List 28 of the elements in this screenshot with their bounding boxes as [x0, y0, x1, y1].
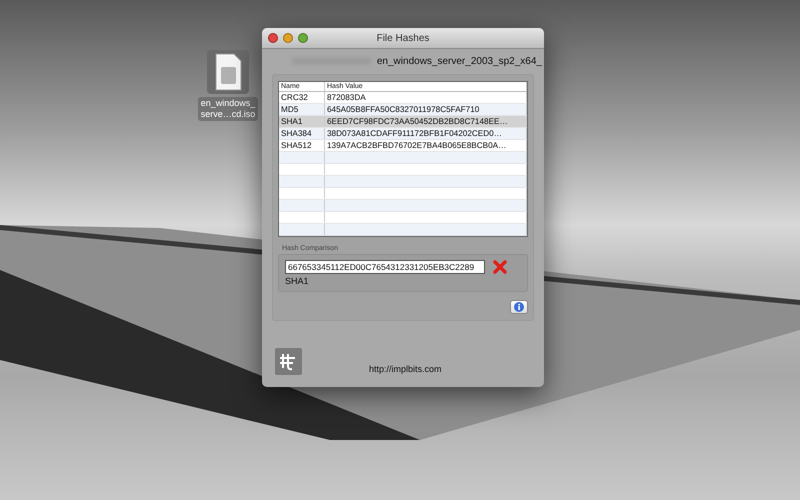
algorithm-label: SHA1 — [285, 276, 310, 286]
hash-row[interactable]: CRC32 872083DA — [279, 92, 527, 104]
minimize-icon[interactable] — [283, 33, 293, 43]
disk-image-file-icon[interactable] — [207, 50, 249, 94]
table-cell: 38D073A81CDAFF911172BFB1F04202CED0… — [325, 128, 527, 139]
info-icon — [514, 302, 524, 312]
table-cell: MD5 — [279, 104, 325, 115]
file-path: en_windows_server_2003_sp2_x64_ — [376, 56, 542, 66]
table-cell: 872083DA — [325, 92, 527, 103]
file-name-label: en_windows_ serve…cd.iso — [198, 97, 258, 121]
close-icon[interactable] — [268, 33, 278, 43]
table-cell: SHA384 — [279, 128, 325, 139]
hash-row[interactable]: MD5 645A05B8FFA50C8327011978C5FAF710 — [279, 104, 527, 116]
table-cell: CRC32 — [279, 92, 325, 103]
table-cell: 645A05B8FFA50C8327011978C5FAF710 — [325, 104, 527, 115]
hash-row[interactable]: SHA512 139A7ACB2BFBD76702E7BA4B065E8BCB0A… — [279, 140, 527, 152]
hash-input-field[interactable]: 667653345112ED00C7654312331205EB3C2289 — [285, 260, 485, 274]
website-link[interactable]: http://implbits.com — [369, 364, 442, 374]
hash-row[interactable]: SHA1 6EED7CF98FDC73AA50452DB2BD8C7148EE… — [279, 116, 527, 128]
table-cell: SHA512 — [279, 140, 325, 151]
window-title: File Hashes — [376, 32, 430, 44]
zoom-icon[interactable] — [298, 33, 308, 43]
hash-row[interactable]: SHA384 38D073A81CDAFF911172BFB1F04202CED0… — [279, 128, 527, 140]
app-logo-icon — [275, 348, 302, 375]
table-cell: SHA1 — [279, 116, 325, 127]
table-cell: 139A7ACB2BFBD76702E7BA4B065E8BCB0A… — [325, 140, 527, 151]
table-cell: 6EED7CF98FDC73AA50452DB2BD8C7148EE… — [325, 116, 527, 127]
info-button[interactable] — [510, 300, 528, 314]
